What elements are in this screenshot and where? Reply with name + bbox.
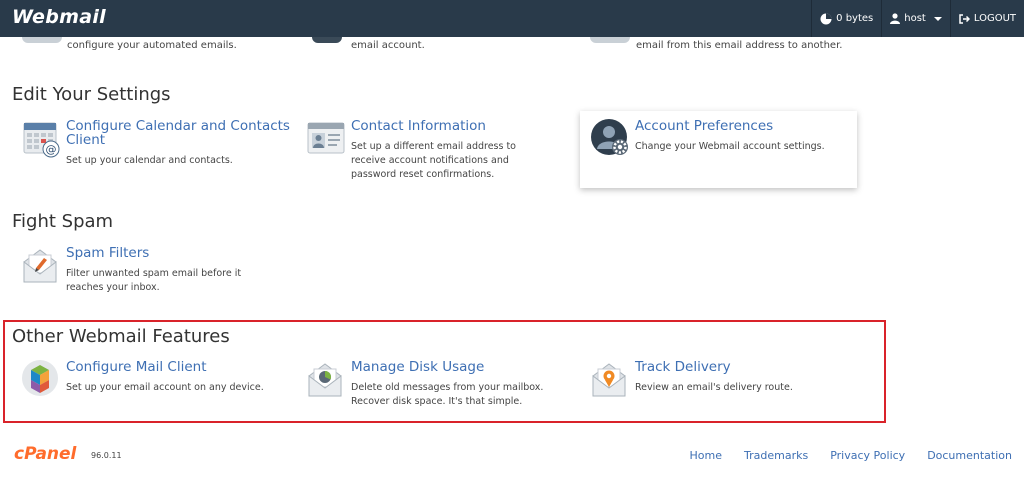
disk-usage-indicator[interactable]: 0 bytes — [811, 0, 881, 37]
chevron-down-icon — [933, 16, 942, 21]
section-title-settings: Edit Your Settings — [12, 84, 171, 105]
user-menu[interactable]: host — [881, 0, 950, 37]
item-title[interactable]: Account Preferences — [635, 119, 865, 133]
envelope-pen-icon — [23, 249, 57, 283]
user-icon — [890, 13, 901, 24]
partial-icon — [22, 37, 62, 43]
footer-link-home[interactable]: Home — [690, 449, 722, 462]
partial-icon — [590, 37, 630, 43]
item-title[interactable]: Spam Filters — [66, 246, 296, 260]
logout-label: LOGOUT — [973, 13, 1016, 24]
section-title-spam: Fight Spam — [12, 211, 114, 232]
partial-description: email from this email address to another… — [636, 40, 843, 51]
top-bar: Webmail 0 bytes host LOGOUT — [0, 0, 1024, 37]
section-title-other: Other Webmail Features — [12, 326, 230, 347]
item-title[interactable]: Track Delivery — [635, 360, 865, 374]
disk-usage-value: 0 bytes — [836, 13, 874, 24]
footer-links: Home Trademarks Privacy Policy Documenta… — [690, 449, 1012, 462]
item-description: Set up your calendar and contacts. — [66, 155, 233, 166]
svg-text:@: @ — [46, 143, 57, 156]
item-description: Delete old messages from your mailbox. R… — [351, 382, 544, 407]
logout-button[interactable]: LOGOUT — [949, 0, 1024, 37]
item-title[interactable]: Contact Information — [351, 119, 581, 133]
footer-link-trademarks[interactable]: Trademarks — [744, 449, 808, 462]
item-description: Review an email's delivery route. — [635, 382, 793, 393]
partial-description: configure your automated emails. — [67, 40, 237, 51]
logout-icon — [959, 13, 970, 24]
item-title[interactable]: Configure Mail Client — [66, 360, 296, 374]
mail-client-cube-icon — [22, 360, 58, 396]
item-title[interactable]: Configure Calendar and Contacts Client — [66, 119, 296, 147]
top-nav: 0 bytes host LOGOUT — [811, 0, 1024, 37]
user-name: host — [904, 13, 926, 24]
envelope-pin-icon — [592, 363, 626, 397]
footer-link-privacy-policy[interactable]: Privacy Policy — [830, 449, 905, 462]
partial-icon — [312, 37, 342, 43]
webmail-logo[interactable]: Webmail — [12, 6, 106, 28]
item-description: Set up a different email address to rece… — [351, 141, 516, 180]
calendar-contacts-icon: @ — [23, 122, 60, 158]
user-gear-icon — [591, 119, 628, 155]
envelope-pie-icon — [308, 363, 342, 397]
pie-chart-icon — [820, 13, 832, 24]
contact-card-icon — [307, 122, 345, 154]
item-description: Set up your email account on any device. — [66, 382, 264, 393]
version-number: 96.0.11 — [91, 451, 122, 460]
partial-description: email account. — [351, 40, 425, 51]
item-description: Change your Webmail account settings. — [635, 141, 825, 152]
item-title[interactable]: Manage Disk Usage — [351, 360, 581, 374]
item-description: Filter unwanted spam email before it rea… — [66, 268, 242, 293]
footer-link-documentation[interactable]: Documentation — [927, 449, 1012, 462]
cpanel-logo[interactable]: cPanel — [14, 444, 76, 464]
